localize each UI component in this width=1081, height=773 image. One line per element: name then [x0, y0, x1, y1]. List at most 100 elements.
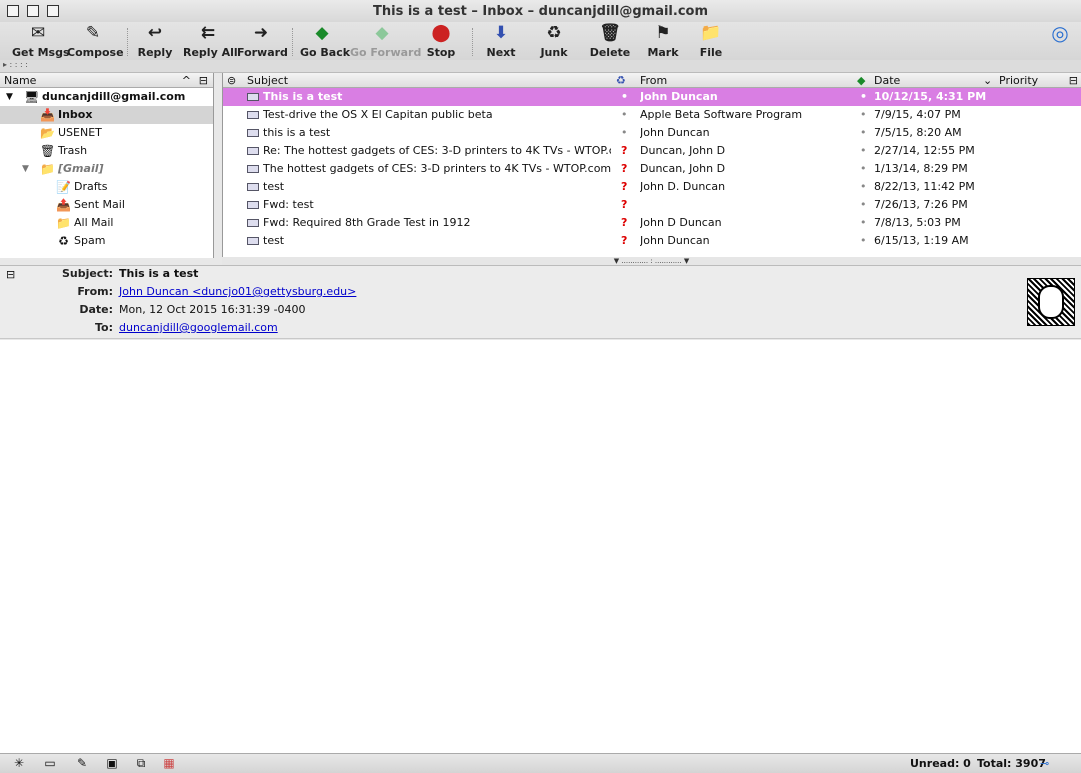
expand-triangle-icon[interactable]: ▼: [6, 88, 13, 106]
header-to-row: To: duncanjdill@googlemail.com: [0, 319, 700, 337]
folder-item-trash[interactable]: 🗑 Trash: [0, 142, 213, 160]
expand-triangle-icon[interactable]: ▼: [22, 160, 29, 178]
message-row[interactable]: Re: The hottest gadgets of CES: 3-D prin…: [223, 142, 1081, 160]
message-row[interactable]: This is a test • John Duncan • 10/12/15, 4:3…: [223, 88, 1081, 106]
subject-column-header[interactable]: Subject: [247, 73, 288, 88]
read-status-dot-icon[interactable]: •: [860, 160, 870, 178]
junk-question-icon[interactable]: ?: [621, 160, 633, 178]
folder-item-all-mail[interactable]: 📁 All Mail: [0, 214, 213, 232]
read-status-dot-icon[interactable]: •: [860, 124, 870, 142]
message-date: 7/26/13, 7:26 PM: [874, 198, 968, 211]
folder-icon: 📂: [40, 126, 55, 140]
folder-column-header[interactable]: Name ^ ⊟: [0, 73, 213, 88]
calendar-icon[interactable]: ▦: [160, 756, 178, 771]
connection-plug-icon[interactable]: ⊸: [1040, 754, 1049, 773]
go-back-button[interactable]: ◆ Go Back: [300, 23, 350, 59]
message-row[interactable]: The hottest gadgets of CES: 3-D printers…: [223, 160, 1081, 178]
from-column-header[interactable]: From: [640, 73, 667, 88]
junk-button[interactable]: ♻ Junk: [537, 23, 571, 59]
column-picker-icon[interactable]: ⊟: [1069, 73, 1078, 88]
reply-button[interactable]: ↩ Reply: [136, 23, 174, 59]
folder-item-usenet[interactable]: 📂 USENET: [0, 124, 213, 142]
status-dot-icon[interactable]: •: [621, 124, 633, 142]
message-row[interactable]: Test-drive the OS X El Capitan public be…: [223, 106, 1081, 124]
message-from: John D. Duncan: [640, 180, 726, 193]
junk-question-icon[interactable]: ?: [621, 232, 633, 250]
toolbar-grip[interactable]: ▸ : : : :: [0, 60, 1081, 73]
next-button[interactable]: ⬇ Next: [484, 23, 518, 59]
folder-icon: 📁: [40, 162, 55, 176]
message-row[interactable]: test? John D. Duncan • 8/22/13, 11:42 PM: [223, 178, 1081, 196]
throbber-button[interactable]: ◎: [1044, 23, 1076, 59]
read-status-dot-icon[interactable]: •: [860, 106, 870, 124]
junk-status-column-icon[interactable]: ♻: [616, 73, 626, 88]
to-field-link[interactable]: duncanjdill@googlemail.com: [119, 319, 278, 337]
online-status-icon[interactable]: ✳: [10, 756, 28, 771]
account-row[interactable]: ▼ 🖥 duncanjdill@gmail.com: [0, 88, 213, 106]
date-column-header[interactable]: Date: [874, 73, 900, 88]
status-dot-icon[interactable]: •: [621, 88, 633, 106]
get-msgs-button[interactable]: ✉ Get Msgs: [12, 23, 70, 59]
folder-item-spam[interactable]: ♻ Spam: [0, 232, 213, 250]
go-forward-button[interactable]: ◆ Go Forward: [350, 23, 421, 59]
editor-icon[interactable]: ⧉: [132, 756, 150, 771]
read-status-dot-icon[interactable]: •: [860, 88, 870, 106]
mark-button[interactable]: ⚑ Mark: [646, 23, 680, 59]
junk-question-icon[interactable]: ?: [621, 142, 633, 160]
forward-button[interactable]: ➜ Forward: [237, 23, 288, 59]
priority-column-header[interactable]: Priority: [999, 73, 1038, 88]
read-status-dot-icon[interactable]: •: [860, 232, 870, 250]
spam-icon: ♻: [58, 234, 69, 248]
status-dot-icon[interactable]: •: [621, 106, 633, 124]
read-status-dot-icon[interactable]: •: [860, 214, 870, 232]
folder-item-inbox[interactable]: 📥 Inbox: [0, 106, 213, 124]
stop-button[interactable]: ⬤ Stop: [424, 23, 458, 59]
envelope-icon: [247, 237, 259, 245]
message-from: Apple Beta Software Program: [640, 108, 803, 121]
folder-label: [Gmail]: [58, 162, 104, 175]
read-status-dot-icon[interactable]: •: [860, 196, 870, 214]
read-status-dot-icon[interactable]: •: [860, 178, 870, 196]
message-row[interactable]: Fwd: test? • 7/26/13, 7:26 PM: [223, 196, 1081, 214]
envelope-icon: [247, 219, 259, 227]
pane-splitter[interactable]: ▼ ............ : ............ ▼: [222, 257, 1081, 265]
address-book-icon[interactable]: ▣: [103, 756, 121, 771]
message-row[interactable]: Fwd: Required 8th Grade Test in 1912? Joh…: [223, 214, 1081, 232]
toolbar-separator: [292, 28, 293, 56]
message-from: John Duncan: [640, 90, 718, 103]
junk-question-icon[interactable]: ?: [621, 178, 633, 196]
trash-icon: 🗑: [40, 144, 56, 158]
composer-icon[interactable]: ✎: [73, 756, 91, 771]
message-row[interactable]: this is a test • John Duncan • 7/5/15, 8:20 …: [223, 124, 1081, 142]
compose-button[interactable]: ✎ Compose: [67, 23, 124, 59]
junk-question-icon[interactable]: ?: [621, 196, 633, 214]
message-header-pane: ⊟ Subject: This is a test From: John Dun…: [0, 265, 1081, 339]
column-picker-icon[interactable]: ⊟: [199, 73, 208, 88]
message-row[interactable]: test? John Duncan • 6/15/13, 1:19 AM: [223, 232, 1081, 250]
read-status-dot-icon[interactable]: •: [860, 142, 870, 160]
folder-icon: 📁: [56, 216, 71, 230]
folder-item-gmail[interactable]: ▼ 📁 [Gmail]: [0, 160, 213, 178]
header-date-row: Date: Mon, 12 Oct 2015 16:31:39 -0400: [0, 301, 700, 319]
stop-icon: ⬤: [431, 23, 451, 43]
envelope-icon: [247, 111, 259, 119]
mail-window-icon[interactable]: ▭: [41, 756, 59, 771]
read-status-column-icon[interactable]: ◆: [857, 73, 865, 88]
message-body[interactable]: [0, 340, 1081, 753]
thread-column-icon[interactable]: ⊜: [227, 73, 236, 88]
delete-button[interactable]: 🗑 Delete: [589, 23, 631, 59]
folder-item-drafts[interactable]: 📝 Drafts: [0, 178, 213, 196]
get-msgs-icon: ✉: [30, 23, 46, 43]
junk-question-icon[interactable]: ?: [621, 214, 633, 232]
compose-icon: ✎: [85, 23, 101, 43]
sort-ascending-icon: ^: [181, 74, 191, 87]
reply-all-button[interactable]: ⇇ Reply All: [183, 23, 238, 59]
next-arrow-icon: ⬇: [493, 23, 509, 43]
from-field-link[interactable]: John Duncan <duncjo01@gettysburg.edu>: [119, 283, 356, 301]
file-button[interactable]: 📁 File: [696, 23, 726, 59]
folder-item-sent-mail[interactable]: 📤 Sent Mail: [0, 196, 213, 214]
forward-icon: ➜: [253, 23, 269, 43]
folder-label: Drafts: [74, 180, 108, 193]
to-field-label: To:: [95, 321, 113, 334]
from-field-label: From:: [77, 285, 113, 298]
